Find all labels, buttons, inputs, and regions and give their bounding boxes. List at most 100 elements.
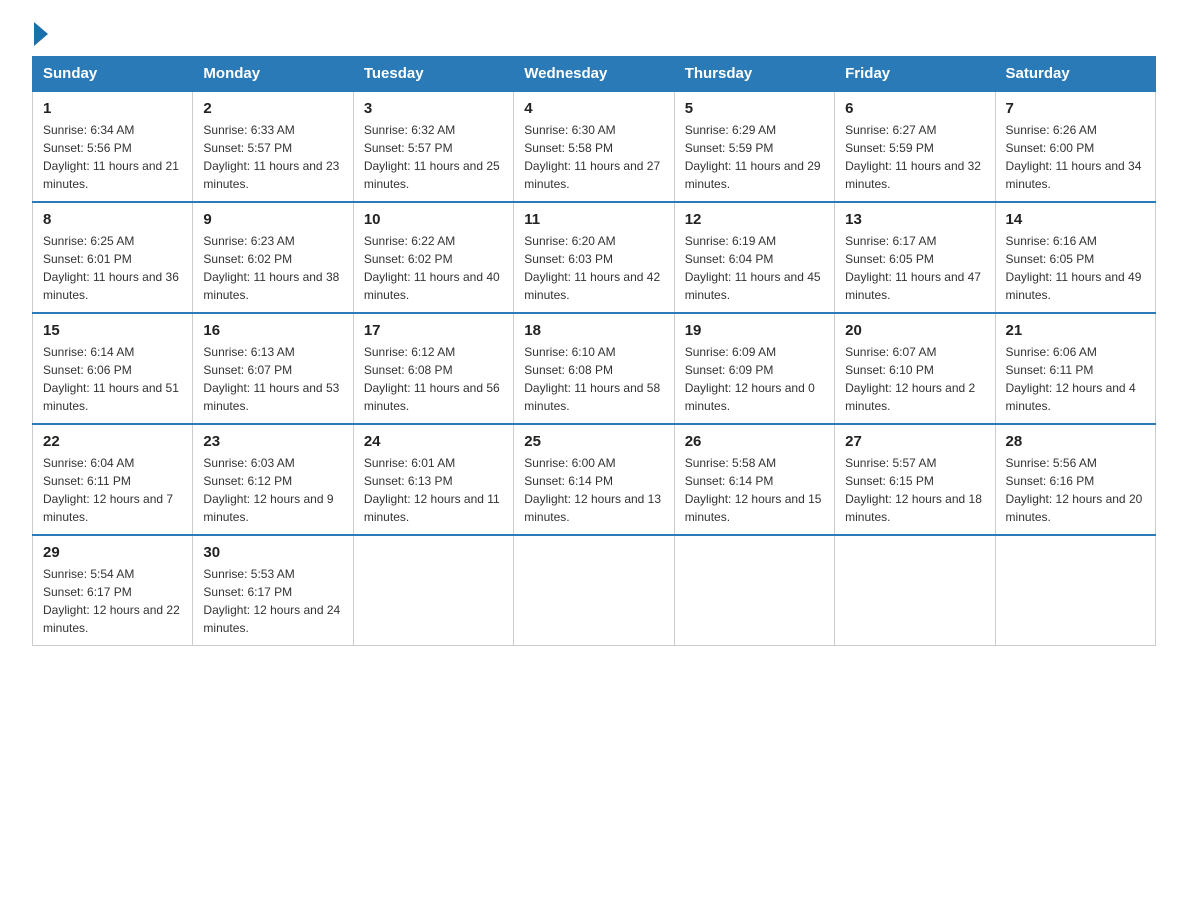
calendar-cell (835, 535, 995, 646)
calendar-cell: 18 Sunrise: 6:10 AMSunset: 6:08 PMDayligh… (514, 313, 674, 424)
day-info: Sunrise: 6:34 AMSunset: 5:56 PMDaylight:… (43, 121, 182, 193)
day-number: 1 (43, 100, 182, 117)
day-number: 19 (685, 322, 824, 339)
calendar-cell: 15 Sunrise: 6:14 AMSunset: 6:06 PMDayligh… (33, 313, 193, 424)
day-number: 28 (1006, 433, 1145, 450)
week-row-5: 29 Sunrise: 5:54 AMSunset: 6:17 PMDayligh… (33, 535, 1156, 646)
calendar-cell: 21 Sunrise: 6:06 AMSunset: 6:11 PMDayligh… (995, 313, 1155, 424)
day-number: 12 (685, 211, 824, 228)
week-row-1: 1 Sunrise: 6:34 AMSunset: 5:56 PMDaylight… (33, 91, 1156, 202)
calendar-cell: 26 Sunrise: 5:58 AMSunset: 6:14 PMDayligh… (674, 424, 834, 535)
col-sunday: Sunday (33, 57, 193, 92)
day-info: Sunrise: 6:32 AMSunset: 5:57 PMDaylight:… (364, 121, 503, 193)
day-info: Sunrise: 6:20 AMSunset: 6:03 PMDaylight:… (524, 232, 663, 304)
logo (32, 24, 48, 46)
day-info: Sunrise: 6:03 AMSunset: 6:12 PMDaylight:… (203, 454, 342, 526)
calendar-cell: 24 Sunrise: 6:01 AMSunset: 6:13 PMDayligh… (353, 424, 513, 535)
day-info: Sunrise: 6:06 AMSunset: 6:11 PMDaylight:… (1006, 343, 1145, 415)
day-info: Sunrise: 6:14 AMSunset: 6:06 PMDaylight:… (43, 343, 182, 415)
col-monday: Monday (193, 57, 353, 92)
day-number: 30 (203, 544, 342, 561)
page-header (32, 24, 1156, 46)
day-number: 11 (524, 211, 663, 228)
calendar-cell (514, 535, 674, 646)
day-number: 3 (364, 100, 503, 117)
calendar-cell: 22 Sunrise: 6:04 AMSunset: 6:11 PMDayligh… (33, 424, 193, 535)
day-number: 27 (845, 433, 984, 450)
day-info: Sunrise: 6:01 AMSunset: 6:13 PMDaylight:… (364, 454, 503, 526)
calendar-cell: 28Sunrise: 5:56 AMSunset: 6:16 PMDayligh… (995, 424, 1155, 535)
calendar-cell: 6 Sunrise: 6:27 AMSunset: 5:59 PMDaylight… (835, 91, 995, 202)
calendar-cell: 29 Sunrise: 5:54 AMSunset: 6:17 PMDayligh… (33, 535, 193, 646)
day-info: Sunrise: 6:00 AMSunset: 6:14 PMDaylight:… (524, 454, 663, 526)
calendar-cell (353, 535, 513, 646)
day-number: 9 (203, 211, 342, 228)
calendar-cell: 9 Sunrise: 6:23 AMSunset: 6:02 PMDaylight… (193, 202, 353, 313)
day-number: 22 (43, 433, 182, 450)
calendar-cell: 14 Sunrise: 6:16 AMSunset: 6:05 PMDayligh… (995, 202, 1155, 313)
calendar-cell: 17 Sunrise: 6:12 AMSunset: 6:08 PMDayligh… (353, 313, 513, 424)
day-number: 6 (845, 100, 984, 117)
day-info: Sunrise: 6:19 AMSunset: 6:04 PMDaylight:… (685, 232, 824, 304)
calendar-cell: 19 Sunrise: 6:09 AMSunset: 6:09 PMDayligh… (674, 313, 834, 424)
day-info: Sunrise: 6:23 AMSunset: 6:02 PMDaylight:… (203, 232, 342, 304)
day-number: 8 (43, 211, 182, 228)
col-thursday: Thursday (674, 57, 834, 92)
day-number: 14 (1006, 211, 1145, 228)
day-info: Sunrise: 6:29 AMSunset: 5:59 PMDaylight:… (685, 121, 824, 193)
day-info: Sunrise: 6:25 AMSunset: 6:01 PMDaylight:… (43, 232, 182, 304)
day-info: Sunrise: 6:07 AMSunset: 6:10 PMDaylight:… (845, 343, 984, 415)
calendar-cell: 30 Sunrise: 5:53 AMSunset: 6:17 PMDayligh… (193, 535, 353, 646)
calendar-cell: 2Sunrise: 6:33 AMSunset: 5:57 PMDaylight… (193, 91, 353, 202)
day-info: Sunrise: 6:17 AMSunset: 6:05 PMDaylight:… (845, 232, 984, 304)
col-tuesday: Tuesday (353, 57, 513, 92)
calendar-cell: 12 Sunrise: 6:19 AMSunset: 6:04 PMDayligh… (674, 202, 834, 313)
day-info: Sunrise: 6:27 AMSunset: 5:59 PMDaylight:… (845, 121, 984, 193)
calendar-cell: 8 Sunrise: 6:25 AMSunset: 6:01 PMDaylight… (33, 202, 193, 313)
calendar-cell: 20Sunrise: 6:07 AMSunset: 6:10 PMDayligh… (835, 313, 995, 424)
day-info: Sunrise: 5:53 AMSunset: 6:17 PMDaylight:… (203, 565, 342, 637)
day-info: Sunrise: 6:10 AMSunset: 6:08 PMDaylight:… (524, 343, 663, 415)
calendar-cell: 13 Sunrise: 6:17 AMSunset: 6:05 PMDayligh… (835, 202, 995, 313)
calendar-cell (995, 535, 1155, 646)
day-info: Sunrise: 6:16 AMSunset: 6:05 PMDaylight:… (1006, 232, 1145, 304)
col-wednesday: Wednesday (514, 57, 674, 92)
week-row-3: 15 Sunrise: 6:14 AMSunset: 6:06 PMDayligh… (33, 313, 1156, 424)
calendar-cell: 11 Sunrise: 6:20 AMSunset: 6:03 PMDayligh… (514, 202, 674, 313)
calendar-cell: 25Sunrise: 6:00 AMSunset: 6:14 PMDayligh… (514, 424, 674, 535)
day-number: 13 (845, 211, 984, 228)
day-number: 18 (524, 322, 663, 339)
week-row-2: 8 Sunrise: 6:25 AMSunset: 6:01 PMDaylight… (33, 202, 1156, 313)
day-number: 2 (203, 100, 342, 117)
calendar-cell: 1 Sunrise: 6:34 AMSunset: 5:56 PMDaylight… (33, 91, 193, 202)
calendar-table: Sunday Monday Tuesday Wednesday Thursday… (32, 56, 1156, 646)
day-number: 16 (203, 322, 342, 339)
day-number: 10 (364, 211, 503, 228)
day-info: Sunrise: 6:04 AMSunset: 6:11 PMDaylight:… (43, 454, 182, 526)
col-saturday: Saturday (995, 57, 1155, 92)
calendar-cell: 3 Sunrise: 6:32 AMSunset: 5:57 PMDaylight… (353, 91, 513, 202)
day-info: Sunrise: 6:12 AMSunset: 6:08 PMDaylight:… (364, 343, 503, 415)
day-number: 29 (43, 544, 182, 561)
day-number: 17 (364, 322, 503, 339)
day-info: Sunrise: 6:22 AMSunset: 6:02 PMDaylight:… (364, 232, 503, 304)
calendar-cell: 10 Sunrise: 6:22 AMSunset: 6:02 PMDayligh… (353, 202, 513, 313)
day-info: Sunrise: 6:30 AMSunset: 5:58 PMDaylight:… (524, 121, 663, 193)
day-number: 26 (685, 433, 824, 450)
day-info: Sunrise: 5:57 AMSunset: 6:15 PMDaylight:… (845, 454, 984, 526)
week-row-4: 22 Sunrise: 6:04 AMSunset: 6:11 PMDayligh… (33, 424, 1156, 535)
calendar-cell: 4Sunrise: 6:30 AMSunset: 5:58 PMDaylight… (514, 91, 674, 202)
day-info: Sunrise: 5:58 AMSunset: 6:14 PMDaylight:… (685, 454, 824, 526)
day-info: Sunrise: 6:26 AMSunset: 6:00 PMDaylight:… (1006, 121, 1145, 193)
day-number: 21 (1006, 322, 1145, 339)
calendar-cell (674, 535, 834, 646)
calendar-cell: 27 Sunrise: 5:57 AMSunset: 6:15 PMDayligh… (835, 424, 995, 535)
day-number: 24 (364, 433, 503, 450)
day-number: 5 (685, 100, 824, 117)
day-number: 23 (203, 433, 342, 450)
day-info: Sunrise: 5:54 AMSunset: 6:17 PMDaylight:… (43, 565, 182, 637)
day-info: Sunrise: 6:09 AMSunset: 6:09 PMDaylight:… (685, 343, 824, 415)
logo-arrow-icon (34, 22, 48, 46)
day-number: 7 (1006, 100, 1145, 117)
day-number: 15 (43, 322, 182, 339)
